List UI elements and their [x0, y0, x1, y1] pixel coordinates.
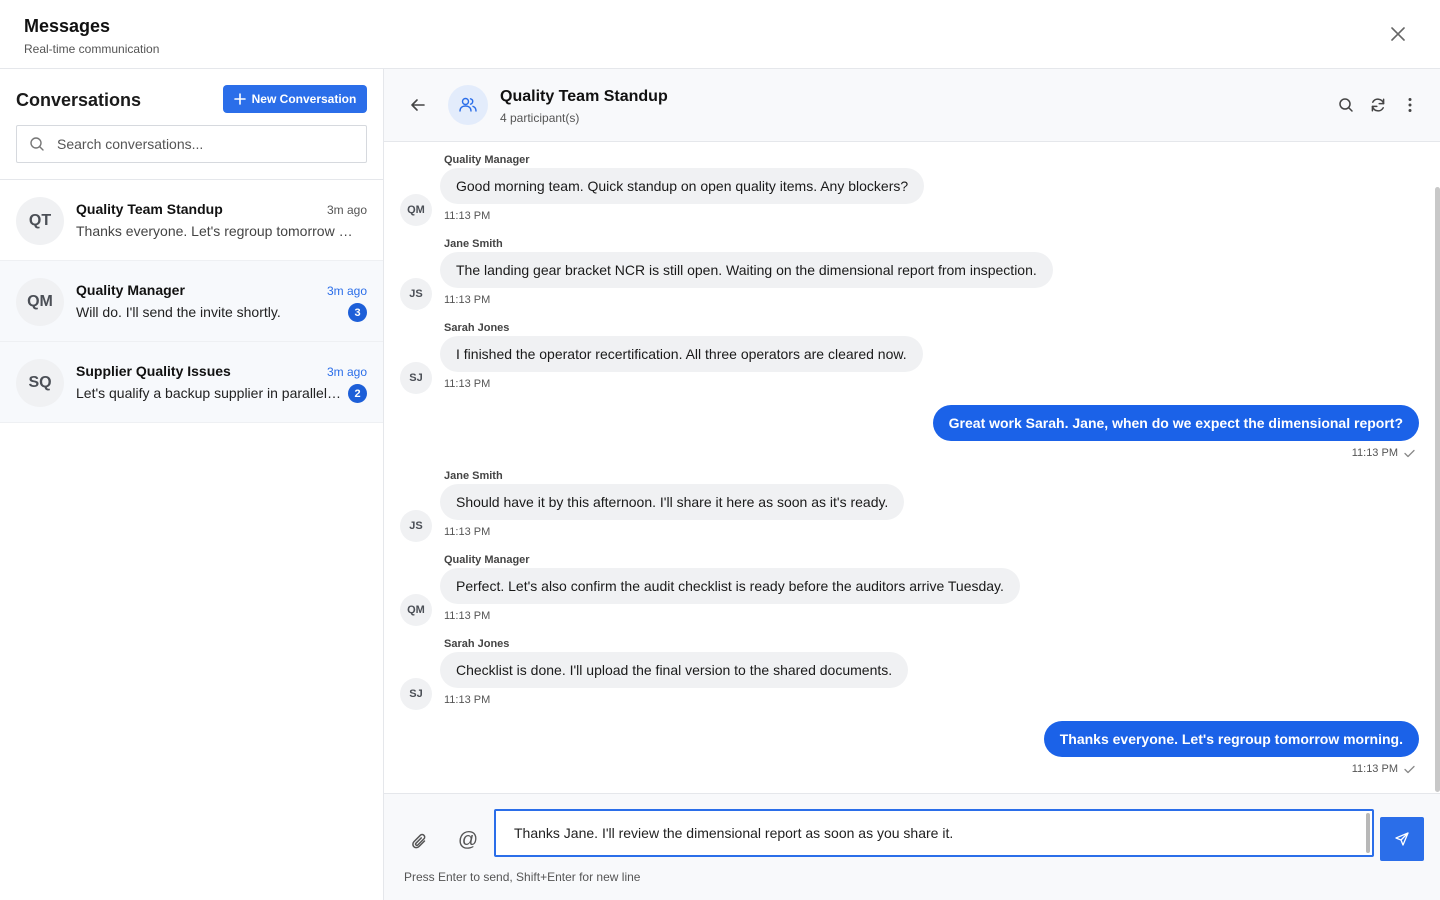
conversation-time: 3m ago: [326, 284, 367, 298]
close-button[interactable]: [1386, 22, 1410, 46]
new-conversation-label: New Conversation: [251, 92, 357, 106]
mention-button[interactable]: @: [456, 828, 480, 852]
message-bubble: Checklist is done. I'll upload the final…: [440, 652, 909, 688]
paperclip-icon: [412, 833, 426, 849]
refresh-button[interactable]: [1368, 95, 1388, 115]
message-bubble: Great work Sarah. Jane, when do we expec…: [932, 405, 1419, 441]
message-bubble: Good morning team. Quick standup on open…: [440, 168, 925, 204]
search-box: [16, 125, 367, 163]
message-bubble: The landing gear bracket NCR is still op…: [440, 252, 1053, 288]
message-list[interactable]: Quality Manager QM Good morning team. Qu…: [384, 142, 1440, 793]
chat-header: Quality Team Standup 4 participant(s): [384, 69, 1440, 142]
conversation-list: QT Quality Team Standup 3m ago Thanks ev…: [0, 180, 383, 423]
chat-panel: Quality Team Standup 4 participant(s) Qu…: [384, 69, 1440, 900]
message-input[interactable]: [494, 809, 1374, 857]
message-time-row: 11:13 PM: [1352, 763, 1415, 775]
back-button[interactable]: [408, 95, 428, 115]
message-sender: Sarah Jones: [444, 322, 510, 334]
send-icon: [1395, 832, 1409, 846]
attach-button[interactable]: [408, 830, 432, 854]
message-time: 11:13 PM: [1351, 763, 1398, 775]
refresh-icon: [1371, 98, 1385, 112]
conversation-time: 3m ago: [326, 203, 367, 217]
app-title: Messages: [24, 16, 111, 36]
conversation-time: 3m ago: [326, 365, 367, 379]
composer-hint: Press Enter to send, Shift+Enter for new…: [404, 870, 641, 884]
message-sender: Sarah Jones: [444, 638, 510, 650]
more-options-button[interactable]: [1400, 95, 1420, 115]
message-sender: Jane Smith: [444, 238, 503, 250]
message-time: 11:13 PM: [444, 378, 491, 390]
unread-badge: 3: [348, 303, 367, 322]
conversation-item-quality-team-standup[interactable]: QT Quality Team Standup 3m ago Thanks ev…: [0, 180, 383, 261]
conversation-item-supplier-quality-issues[interactable]: SQ Supplier Quality Issues 3m ago Let's …: [0, 342, 383, 423]
message-bubble: I finished the operator recertification.…: [440, 336, 923, 372]
avatar: JS: [400, 510, 432, 542]
unread-badge: 2: [348, 384, 367, 403]
message-bubble: Should have it by this afternoon. I'll s…: [440, 484, 905, 520]
conversation-item-quality-manager[interactable]: QM Quality Manager 3m ago Will do. I'll …: [0, 261, 383, 342]
send-button[interactable]: [1380, 817, 1424, 861]
more-vertical-icon: [1408, 98, 1412, 112]
conversation-preview: Let's qualify a backup supplier in paral…: [76, 385, 341, 401]
avatar: QM: [400, 194, 432, 226]
input-scrollbar[interactable]: [1366, 813, 1370, 853]
sidebar-title: Conversations: [16, 90, 142, 110]
message-time: 11:13 PM: [444, 610, 491, 622]
conversation-preview: Will do. I'll send the invite shortly.: [76, 304, 281, 320]
check-icon: [1404, 765, 1415, 773]
app-header: Messages Real-time communication: [0, 0, 1440, 69]
users-icon: [459, 97, 477, 112]
search-messages-button[interactable]: [1336, 95, 1356, 115]
check-icon: [1404, 449, 1415, 457]
avatar: QM: [16, 278, 64, 326]
avatar: SQ: [16, 359, 64, 407]
message-bubble: Perfect. Let's also confirm the audit ch…: [440, 568, 1020, 604]
arrow-left-icon: [411, 99, 425, 111]
avatar: QM: [400, 594, 432, 626]
avatar: JS: [400, 278, 432, 310]
message-time: 11:13 PM: [444, 694, 491, 706]
plus-icon: [233, 93, 246, 105]
message-time: 11:13 PM: [444, 526, 491, 538]
message-time: 11:13 PM: [444, 210, 491, 222]
search-icon: [1339, 98, 1353, 112]
close-icon: [1391, 27, 1405, 41]
message-scrollbar[interactable]: [1435, 187, 1440, 792]
avatar: SJ: [400, 678, 432, 710]
search-icon: [17, 136, 57, 152]
message-sender: Quality Manager: [444, 554, 530, 566]
search-input[interactable]: [57, 136, 347, 152]
participant-count: 4 participant(s): [500, 111, 580, 125]
avatar: QT: [16, 197, 64, 245]
chat-title: Quality Team Standup: [500, 88, 668, 105]
message-time: 11:13 PM: [444, 294, 491, 306]
avatar: SJ: [400, 362, 432, 394]
conversation-name: Quality Manager: [76, 282, 185, 298]
conversation-preview: Thanks everyone. Let's regroup tomorrow …: [76, 223, 361, 239]
message-sender: Jane Smith: [444, 470, 503, 482]
message-sender: Quality Manager: [444, 154, 530, 166]
conversation-name: Supplier Quality Issues: [76, 363, 231, 379]
message-composer: @ Press Enter to send, Shift+Enter for n…: [384, 793, 1440, 900]
new-conversation-button[interactable]: New Conversation: [223, 85, 367, 113]
conversations-sidebar: Conversations New Conversation QT Qualit…: [0, 69, 384, 900]
message-bubble: Thanks everyone. Let's regroup tomorrow …: [1043, 721, 1419, 757]
conversation-name: Quality Team Standup: [76, 201, 223, 217]
message-time-row: 11:13 PM: [1352, 447, 1415, 459]
group-avatar: [448, 85, 488, 125]
app-subtitle: Real-time communication: [24, 42, 160, 56]
message-time: 11:13 PM: [1351, 447, 1398, 459]
